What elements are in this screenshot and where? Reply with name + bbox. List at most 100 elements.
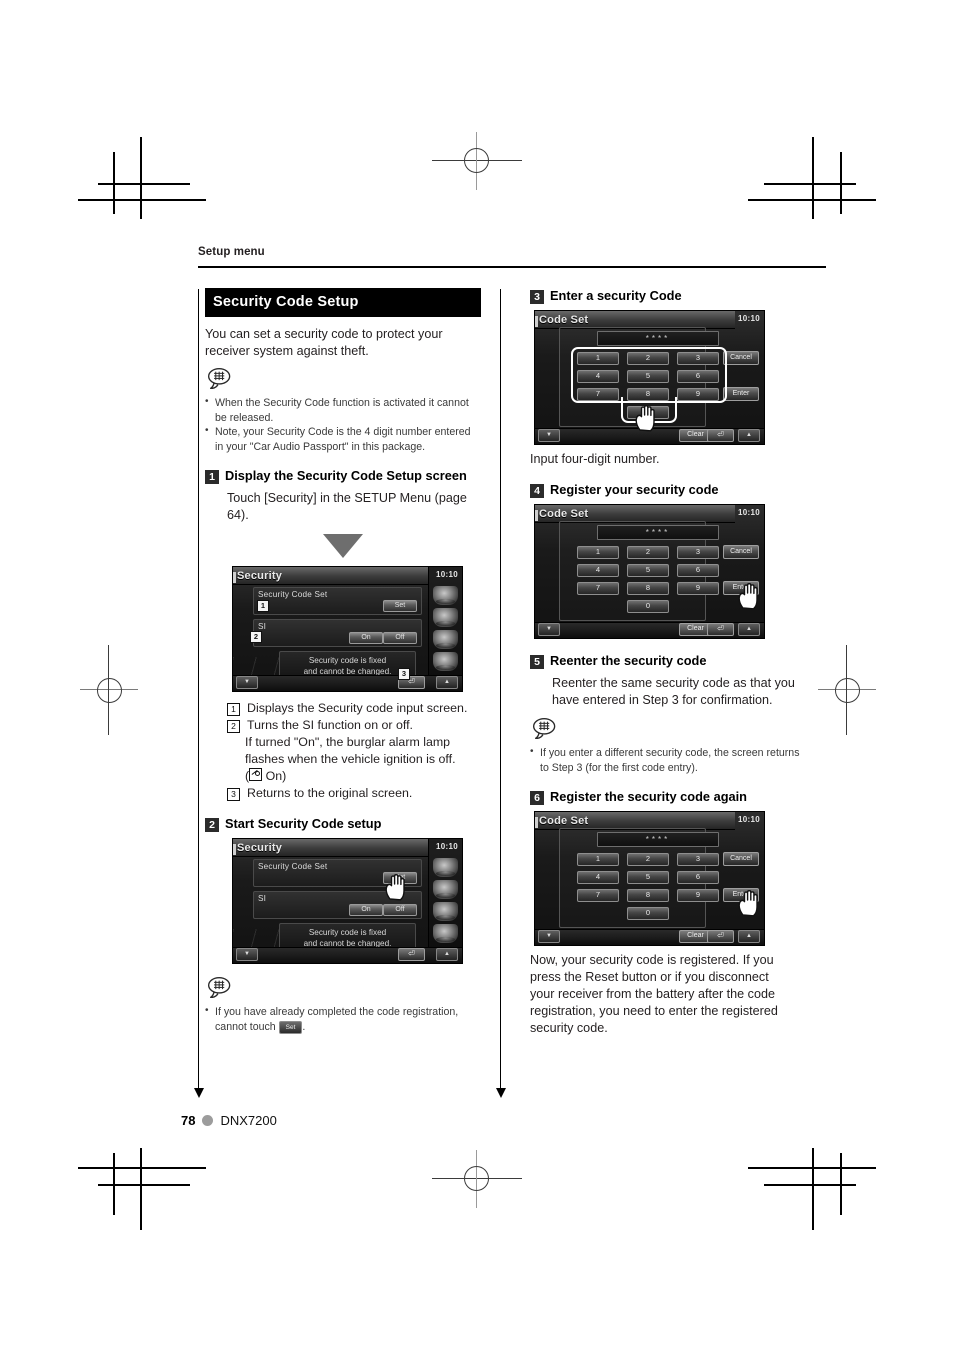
rail-icon-usb[interactable] bbox=[433, 924, 458, 944]
note-item: Note, your Security Code is the 4 digit … bbox=[205, 424, 473, 454]
device-callout-2: 2 bbox=[250, 631, 262, 644]
keypad-key-3[interactable]: 3 bbox=[677, 853, 719, 867]
callout-text-cont: flashes when the vehicle ignition is off… bbox=[245, 752, 456, 767]
callout-number: 3 bbox=[227, 788, 240, 802]
keypad-key-1[interactable]: 1 bbox=[577, 546, 619, 559]
device-screen-code-set-3: Code Set 10:10 **** 1 2 3 4 5 6 7 8 9 0 … bbox=[534, 811, 765, 947]
device-nav-up-button[interactable]: ▲ bbox=[738, 429, 760, 442]
device-nav-up-button[interactable]: ▲ bbox=[738, 930, 760, 944]
device-return-button[interactable]: ⏎ bbox=[707, 429, 734, 442]
callout-text: Turns the SI function on or off. bbox=[247, 718, 413, 733]
keypad-key-7[interactable]: 7 bbox=[577, 889, 619, 903]
keypad-key-0[interactable]: 0 bbox=[627, 600, 669, 613]
device-nav-down-button[interactable]: ▼ bbox=[538, 429, 560, 442]
note-bubble-icon bbox=[207, 368, 231, 390]
registration-mark-right bbox=[818, 645, 876, 735]
callout-text-cont: If turned "On", the burglar alarm lamp bbox=[245, 735, 451, 750]
step-1-title: Display the Security Code Setup screen bbox=[225, 468, 467, 484]
keypad-key-0[interactable]: 0 bbox=[627, 907, 669, 921]
keypad-key-5[interactable]: 5 bbox=[627, 871, 669, 885]
model-name: DNX7200 bbox=[220, 1113, 277, 1128]
step-5-body: Reenter the same security code as that y… bbox=[552, 676, 795, 707]
device-row-security-code-set: Security Code Set Set bbox=[253, 587, 422, 616]
device-nav-up-button[interactable]: ▲ bbox=[436, 676, 458, 690]
device-return-button[interactable]: ⏎ bbox=[398, 948, 425, 962]
device-title: Security bbox=[233, 570, 283, 584]
keypad-key-6[interactable]: 6 bbox=[677, 564, 719, 577]
device-title: Code Set bbox=[535, 314, 589, 327]
right-column: 3 Enter a security Code Code Set 10:10 *… bbox=[530, 288, 806, 1037]
device-icon-rail bbox=[428, 839, 462, 964]
device-screen-code-set-1: Code Set 10:10 **** 1 2 3 4 5 6 7 8 9 0 … bbox=[534, 310, 765, 445]
rail-icon-tuner[interactable] bbox=[433, 880, 458, 900]
device-set-button[interactable]: Set bbox=[383, 600, 417, 613]
crop-mark-bottom-left-h bbox=[78, 1167, 206, 1169]
crop-mark-top-right-h2 bbox=[764, 183, 856, 185]
device-clock: 10:10 bbox=[436, 842, 458, 852]
keypad-key-1[interactable]: 1 bbox=[577, 853, 619, 867]
keypad-key-3[interactable]: 3 bbox=[677, 546, 719, 559]
device-return-button[interactable]: ⏎ bbox=[707, 930, 734, 944]
device-si-off-button[interactable]: Off bbox=[383, 632, 417, 645]
step-4-heading: 4 Register your security code bbox=[530, 482, 806, 498]
crop-mark-top-left-h bbox=[78, 199, 206, 201]
note-bubble-icon bbox=[532, 718, 556, 740]
keypad-key-8[interactable]: 8 bbox=[627, 889, 669, 903]
keypad-key-5[interactable]: 5 bbox=[627, 564, 669, 577]
column-flow-line-left bbox=[193, 289, 204, 1098]
device-nav-up-button[interactable]: ▲ bbox=[738, 623, 760, 636]
cancel-button[interactable]: Cancel bbox=[723, 545, 759, 559]
rail-icon-disc[interactable] bbox=[433, 902, 458, 922]
device-nav-down-button[interactable]: ▼ bbox=[236, 948, 258, 962]
device-nav-down-button[interactable]: ▼ bbox=[538, 930, 560, 944]
step-6-heading: 6 Register the security code again bbox=[530, 789, 806, 806]
keypad-key-9[interactable]: 9 bbox=[677, 582, 719, 595]
device-nav-down-button[interactable]: ▼ bbox=[236, 676, 258, 690]
rail-icon-disc[interactable] bbox=[433, 630, 458, 650]
note-item: If you enter a different security code, … bbox=[530, 745, 802, 775]
device-info-box: Security code is fixed and cannot be cha… bbox=[279, 651, 416, 679]
keypad-key-8[interactable]: 8 bbox=[627, 582, 669, 595]
callout-number: 2 bbox=[227, 720, 240, 734]
rail-icon-map[interactable] bbox=[433, 586, 458, 606]
crop-mark-top-right-h bbox=[748, 199, 876, 201]
keypad-key-2[interactable]: 2 bbox=[627, 546, 669, 559]
keypad-key-7[interactable]: 7 bbox=[577, 582, 619, 595]
device-si-off-button[interactable]: Off bbox=[383, 904, 417, 917]
device-row-label: Security Code Set bbox=[258, 590, 328, 600]
rail-icon-tuner[interactable] bbox=[433, 608, 458, 628]
keypad-key-4[interactable]: 4 bbox=[577, 871, 619, 885]
rail-icon-map[interactable] bbox=[433, 858, 458, 878]
device-row-label: SI bbox=[258, 622, 267, 632]
device-clock: 10:10 bbox=[738, 314, 760, 323]
cancel-button[interactable]: Cancel bbox=[723, 852, 759, 867]
keypad-key-4[interactable]: 4 bbox=[577, 564, 619, 577]
hand-cursor-icon bbox=[385, 874, 405, 901]
crop-mark-bottom-right-h2 bbox=[764, 1184, 856, 1186]
keypad-key-9[interactable]: 9 bbox=[677, 889, 719, 903]
step-1-number: 1 bbox=[205, 470, 219, 485]
enter-button[interactable]: Enter bbox=[723, 387, 759, 401]
device-nav-down-button[interactable]: ▼ bbox=[538, 623, 560, 636]
device-screen-security-1: Security 10:10 Security Code Set Set 1 S… bbox=[232, 566, 463, 693]
note-text: If you enter a different security code, … bbox=[540, 747, 800, 759]
device-screen-security-2: Security 10:10 Security Code Set Set SI … bbox=[232, 838, 463, 965]
device-nav-up-button[interactable]: ▲ bbox=[436, 948, 458, 962]
cancel-button[interactable]: Cancel bbox=[723, 351, 759, 365]
device-info-line-1: Security code is fixed bbox=[308, 928, 387, 938]
callout-explanations: 1 Displays the Security code input scree… bbox=[227, 700, 481, 802]
rail-icon-usb[interactable] bbox=[433, 652, 458, 672]
crop-mark-bottom-left-h2 bbox=[98, 1184, 190, 1186]
keypad-key-6[interactable]: 6 bbox=[677, 871, 719, 885]
step-2-number: 2 bbox=[205, 818, 219, 833]
step-3-body: Input four-digit number. bbox=[530, 452, 660, 466]
step-6-title: Register the security code again bbox=[550, 789, 747, 805]
device-si-on-button[interactable]: On bbox=[349, 904, 383, 917]
device-title: Code Set bbox=[535, 815, 589, 829]
device-si-on-button[interactable]: On bbox=[349, 632, 383, 645]
keypad-key-2[interactable]: 2 bbox=[627, 853, 669, 867]
callout-explanation-row: 2 Turns the SI function on or off. bbox=[227, 717, 481, 734]
device-return-button[interactable]: ⏎ bbox=[707, 623, 734, 636]
device-title: Code Set bbox=[535, 508, 589, 521]
code-display-field: **** bbox=[597, 832, 719, 848]
